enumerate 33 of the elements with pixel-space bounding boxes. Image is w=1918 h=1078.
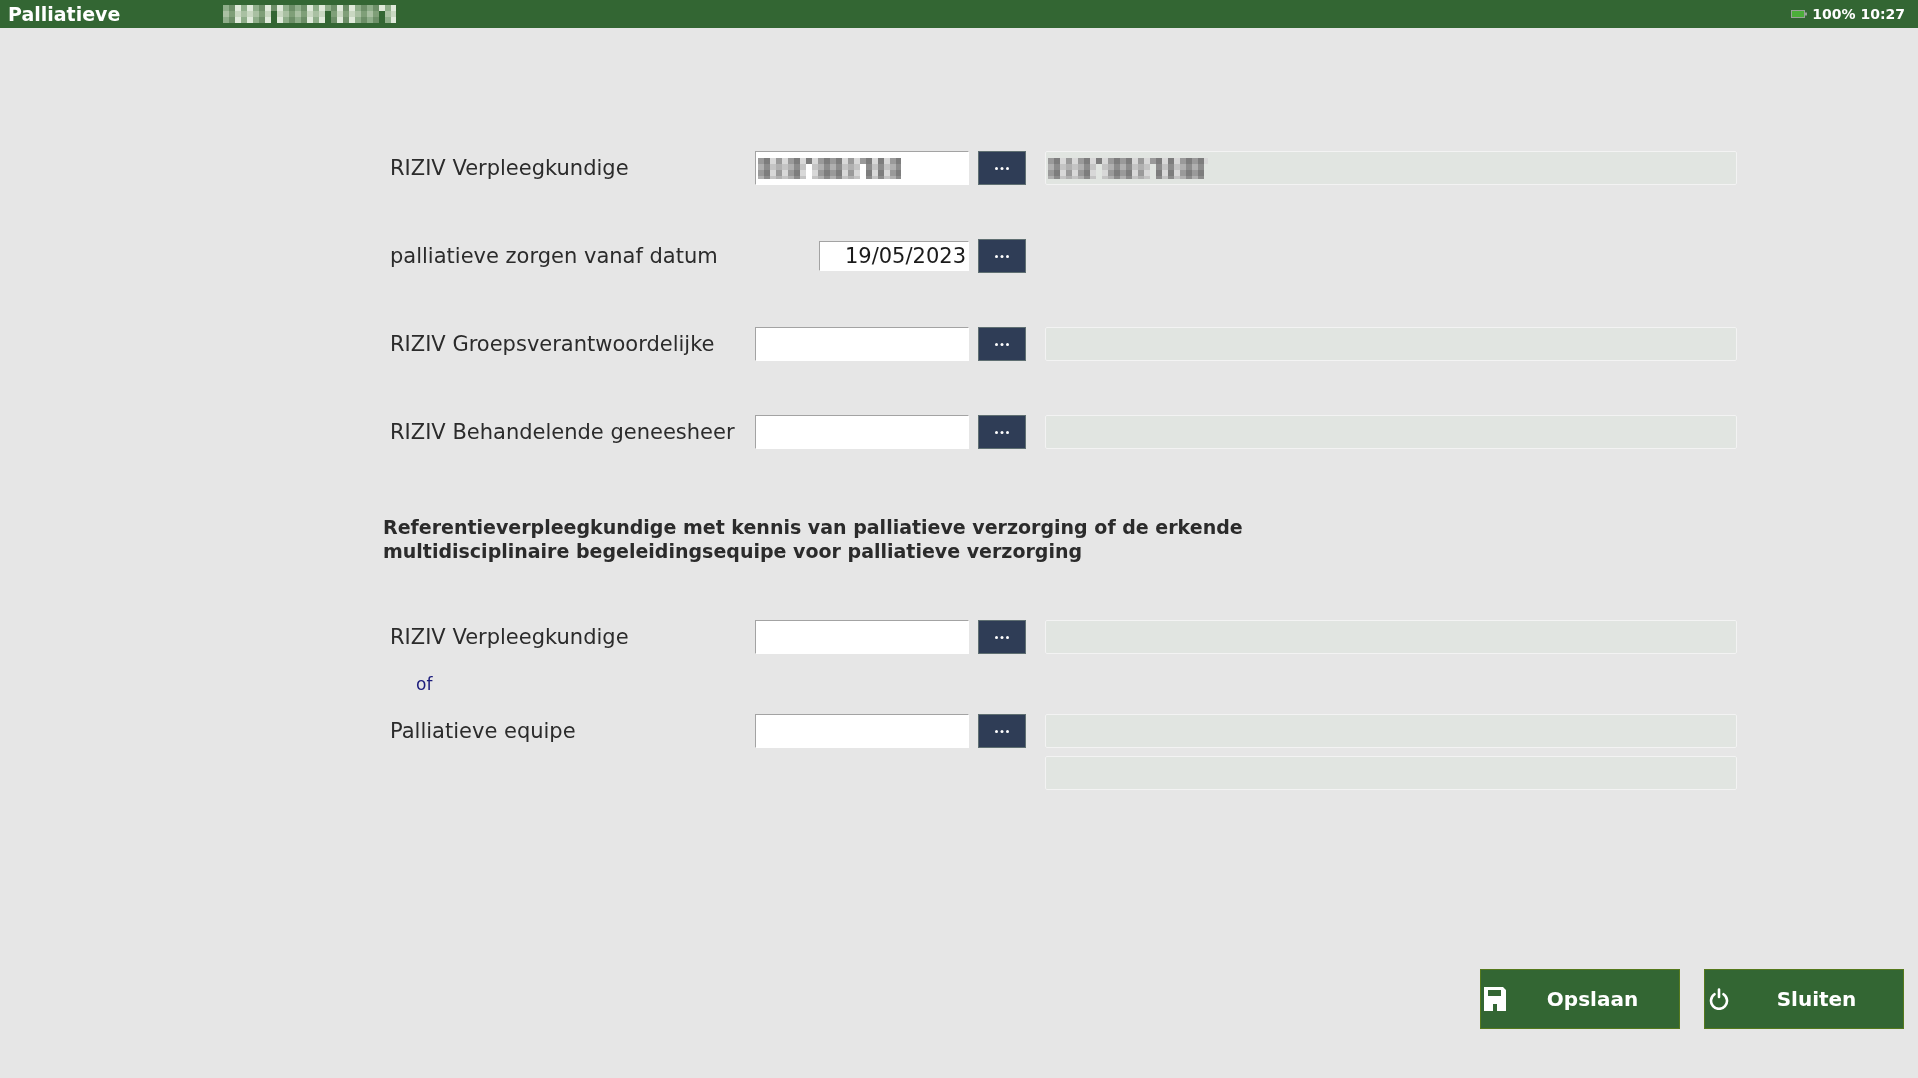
input-field[interactable] bbox=[755, 620, 969, 654]
battery-percent: 100% bbox=[1812, 4, 1856, 24]
field-label: palliatieve zorgen vanaf datum bbox=[390, 243, 719, 270]
field-label: RIZIV Verpleegkundige bbox=[390, 624, 630, 651]
ellipsis-icon bbox=[995, 635, 1009, 639]
input-field[interactable] bbox=[755, 415, 969, 449]
ellipsis-icon bbox=[995, 430, 1009, 434]
ellipsis-icon bbox=[995, 166, 1009, 170]
app-title: Palliatieve bbox=[8, 2, 121, 26]
save-button[interactable]: Opslaan bbox=[1480, 969, 1680, 1029]
separator-text: of bbox=[416, 674, 433, 694]
field-label: RIZIV Verpleegkundige bbox=[390, 155, 630, 182]
browse-button[interactable] bbox=[978, 327, 1026, 361]
clock-time: 10:27 bbox=[1860, 4, 1905, 24]
ellipsis-icon bbox=[995, 254, 1009, 258]
field-label: RIZIV Behandelende geneesheer bbox=[390, 419, 736, 446]
date-field[interactable]: 19/05/2023 bbox=[819, 241, 969, 271]
browse-button[interactable] bbox=[978, 415, 1026, 449]
close-button[interactable]: Sluiten bbox=[1704, 969, 1904, 1029]
battery-icon bbox=[1791, 10, 1808, 18]
ellipsis-icon bbox=[995, 342, 1009, 346]
browse-button[interactable] bbox=[978, 620, 1026, 654]
input-field[interactable] bbox=[755, 714, 969, 748]
input-field[interactable] bbox=[755, 151, 969, 185]
ellipsis-icon bbox=[995, 729, 1009, 733]
input-field[interactable] bbox=[755, 327, 969, 361]
section-heading: Referentieverpleegkundige met kennis van palliatieve verzorging of de erkende multidisciplinaire begeleidingsequipe voor palliatieve verzorging bbox=[383, 515, 1244, 563]
power-icon bbox=[1708, 988, 1730, 1010]
browse-button[interactable] bbox=[978, 151, 1026, 185]
field-label: RIZIV Groepsverantwoordelijke bbox=[390, 331, 716, 358]
browse-button[interactable] bbox=[978, 714, 1026, 748]
browse-button[interactable] bbox=[978, 239, 1026, 273]
field-label: Palliatieve equipe bbox=[390, 718, 577, 745]
